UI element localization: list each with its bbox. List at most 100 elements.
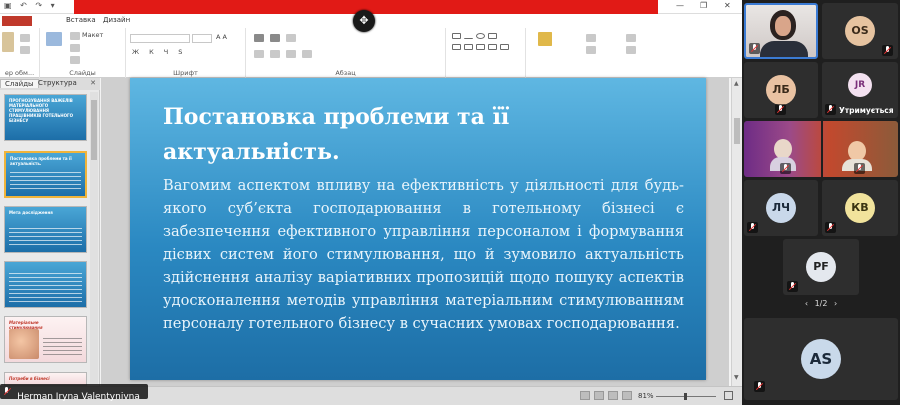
ribbon-group-paragraph: Абзац — [246, 28, 446, 78]
tab-outline[interactable]: Структура — [34, 79, 81, 87]
slideshow-view-icon[interactable] — [622, 391, 632, 400]
layout-icon[interactable] — [70, 32, 80, 40]
slide-body: Вагомим аспектом впливу на ефективність … — [163, 177, 684, 332]
slide-scrollbar[interactable]: ▲ ▼ — [731, 78, 742, 386]
mic-muted-icon — [3, 387, 10, 396]
participant-tile-os[interactable]: OS — [822, 3, 898, 59]
tab-slides[interactable]: Слайды — [0, 79, 39, 88]
cut-icon[interactable] — [20, 34, 30, 42]
quick-styles-icon[interactable] — [540, 32, 552, 46]
participant-tile-video-1[interactable] — [744, 3, 818, 59]
tab-insert[interactable]: Вставка — [66, 16, 96, 24]
scroll-down-icon[interactable]: ▼ — [734, 374, 739, 381]
numbering-icon[interactable] — [270, 34, 280, 42]
participant-tile-as[interactable]: AS — [744, 318, 898, 400]
pager-next-icon[interactable]: › — [834, 299, 837, 308]
slide-thumbnail-3[interactable]: Мета дослідження — [4, 206, 87, 253]
mic-muted-icon — [854, 163, 865, 174]
tab-design[interactable]: Дизайн — [103, 16, 130, 24]
share-control-icon[interactable]: ✥ — [353, 10, 375, 32]
minimize-icon[interactable]: — — [676, 1, 684, 10]
participant-tile-jr[interactable]: JR Утримується — [822, 62, 898, 118]
align-center-icon[interactable] — [270, 50, 280, 58]
shape-oval-icon[interactable] — [476, 33, 485, 39]
slide-thumbnail-1[interactable]: ПРОГНОЗУВАННЯ ВАЖЕЛІВ МАТЕРІАЛЬНОГО СТИМ… — [4, 94, 87, 141]
presenter-name-tag: Herman Iryna Valentynivna — [0, 384, 148, 402]
avatar: JR — [848, 73, 872, 97]
thumbnail-title: ПРОГНОЗУВАННЯ ВАЖЕЛІВ МАТЕРІАЛЬНОГО СТИМ… — [9, 98, 73, 123]
participant-tile-lb[interactable]: ЛБ — [744, 62, 818, 118]
outline-icon[interactable] — [586, 46, 596, 54]
zoom-slider-handle[interactable] — [684, 393, 687, 400]
pane-close-icon[interactable]: ✕ — [90, 79, 96, 87]
shape-rect-icon[interactable] — [452, 33, 461, 39]
normal-view-icon[interactable] — [580, 391, 590, 400]
mic-muted-icon — [825, 104, 836, 115]
replace-icon[interactable] — [626, 46, 636, 54]
restore-icon[interactable]: ❐ — [700, 1, 707, 10]
slide-thumbnail-2[interactable]: Постановка проблеми та її актуальність. — [4, 151, 87, 198]
section-icon[interactable] — [70, 56, 80, 64]
mic-muted-icon — [749, 43, 760, 54]
shape-more-icon[interactable] — [500, 44, 509, 50]
scroll-up-icon[interactable]: ▲ — [734, 80, 739, 87]
video-person-1 — [774, 139, 792, 159]
pager-prev-icon[interactable]: ‹ — [805, 299, 808, 308]
shape-triangle-icon[interactable] — [452, 44, 461, 50]
scroll-thumb[interactable] — [734, 118, 740, 144]
find-icon[interactable] — [626, 34, 636, 42]
shape-callout-icon[interactable] — [488, 44, 497, 50]
reset-icon[interactable] — [70, 44, 80, 52]
sorter-view-icon[interactable] — [594, 391, 604, 400]
avatar: PF — [806, 252, 836, 282]
pane-tabs: Слайды Структура ✕ — [0, 78, 100, 90]
slide-thumbnail-4[interactable] — [4, 261, 87, 308]
participant-tile-lch[interactable]: ЛЧ — [744, 180, 818, 236]
participant-tile-video-2[interactable] — [744, 121, 898, 177]
avatar: ЛБ — [766, 75, 796, 105]
justify-icon[interactable] — [302, 50, 312, 58]
tab-file[interactable] — [2, 16, 32, 26]
participant-tile-kv[interactable]: КВ — [822, 180, 898, 236]
new-slide-icon[interactable] — [46, 32, 62, 46]
mic-muted-icon — [882, 45, 893, 56]
current-slide[interactable]: Постановка проблеми та її актуальність. … — [130, 78, 706, 380]
presenter-name: Herman Iryna Valentynivna — [17, 392, 140, 402]
fill-icon[interactable] — [586, 34, 596, 42]
participant-tile-pf[interactable]: PF — [783, 239, 859, 295]
thumbnail-scrollbar[interactable] — [90, 92, 98, 384]
bullets-icon[interactable] — [254, 34, 264, 42]
participant-gallery: OS ЛБ JR Утримується ЛЧ КВ PF ‹ 1/2 › AS — [742, 0, 900, 405]
zoom-level[interactable]: 81% — [638, 392, 654, 400]
fit-to-window-icon[interactable] — [724, 391, 733, 400]
zoom-slider[interactable] — [656, 393, 716, 400]
quick-access-icons[interactable]: ▣ ↶ ↷ ▾ — [4, 1, 58, 10]
font-size-field[interactable] — [192, 34, 212, 43]
copy-icon[interactable] — [20, 46, 30, 54]
video-person-2 — [848, 141, 866, 161]
shape-star-icon[interactable] — [464, 44, 473, 50]
reading-view-icon[interactable] — [608, 391, 618, 400]
meeting-window: ▣ ↶ ↷ ▾ — ❐ ✕ Вставка Дизайн ер обм... М… — [0, 0, 900, 405]
font-name-field[interactable] — [130, 34, 190, 43]
scroll-thumb[interactable] — [91, 100, 97, 160]
participant-video — [744, 121, 898, 177]
align-right-icon[interactable] — [286, 50, 296, 58]
participant-status: Утримується — [839, 106, 894, 115]
gallery-pager[interactable]: ‹ 1/2 › — [796, 299, 846, 308]
font-size-buttons[interactable]: A A — [216, 33, 227, 41]
slide-thumbnail-5[interactable]: Матеріальне стимулювання — [4, 316, 87, 363]
font-format-buttons[interactable]: Ж К Ч S — [132, 48, 186, 56]
align-left-icon[interactable] — [254, 50, 264, 58]
ribbon: ер обм... Макет Слайды A A Ж К Ч S Шрифт — [0, 28, 742, 78]
paragraph-group-label: Абзац — [335, 69, 356, 77]
ribbon-group-editing — [526, 28, 742, 78]
layout-button[interactable]: Макет — [82, 31, 103, 39]
shape-line-icon[interactable] — [464, 33, 473, 39]
close-icon[interactable]: ✕ — [724, 1, 731, 10]
indent-icon[interactable] — [286, 34, 296, 42]
paste-icon[interactable] — [2, 32, 14, 52]
shape-brace-icon[interactable] — [476, 44, 485, 50]
shape-arrow-icon[interactable] — [488, 33, 497, 39]
slide-title: Постановка проблеми та її актуальність. — [163, 104, 510, 165]
